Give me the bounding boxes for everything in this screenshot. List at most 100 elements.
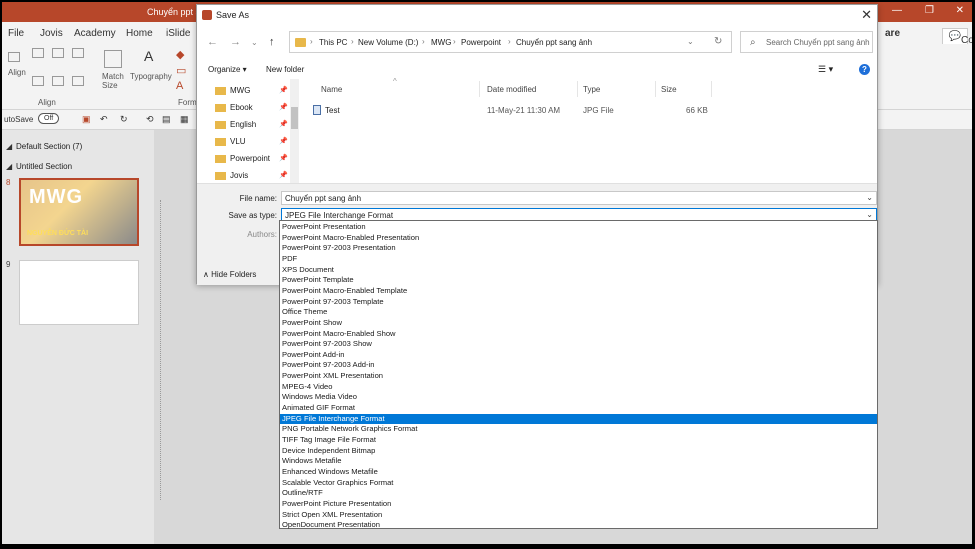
column-divider[interactable] (655, 81, 656, 97)
column-divider[interactable] (711, 81, 712, 97)
tab-file[interactable]: File (8, 28, 24, 39)
column-divider[interactable] (479, 81, 480, 97)
shape-outline-icon[interactable]: ▭ (176, 64, 186, 77)
comments-button[interactable]: 💬 Comments (941, 28, 972, 46)
distribute-icon[interactable] (52, 48, 64, 58)
tab-jovis[interactable]: Jovis (40, 28, 63, 39)
save-type-option[interactable]: PDF (280, 254, 877, 265)
chevron-right-icon[interactable]: › (422, 37, 425, 46)
search-input[interactable]: ⌕ Search Chuyển ppt sang ảnh (740, 31, 873, 53)
save-type-option[interactable]: Windows Metafile (280, 456, 877, 467)
column-divider[interactable] (577, 81, 578, 97)
layout-icon[interactable]: ▤ (162, 114, 171, 125)
save-type-option[interactable]: PowerPoint Macro-Enabled Show (280, 329, 877, 340)
slide-thumbnail[interactable] (19, 260, 139, 325)
match-size-button[interactable]: Match Size (102, 72, 126, 90)
breadcrumb-item[interactable]: MWG (431, 38, 451, 47)
chevron-right-icon[interactable]: › (310, 37, 313, 46)
nav-item-ebook[interactable]: Ebook 📌 (215, 101, 288, 115)
forward-icon[interactable]: → (230, 36, 241, 48)
minimize-icon[interactable]: — (892, 5, 902, 16)
save-type-option[interactable]: PowerPoint 97-2003 Presentation (280, 243, 877, 254)
save-type-option[interactable]: Windows Media Video (280, 392, 877, 403)
column-header-date[interactable]: Date modified (487, 85, 536, 94)
save-type-option[interactable]: PowerPoint Show (280, 318, 877, 329)
nav-item-vlu[interactable]: VLU 📌 (215, 135, 288, 149)
chevron-down-icon[interactable]: ⌄ (687, 37, 694, 46)
up-icon[interactable]: ↑ (269, 36, 275, 48)
default-section-label[interactable]: Default Section (7) (16, 142, 82, 151)
save-type-option[interactable]: Scalable Vector Graphics Format (280, 478, 877, 489)
file-name[interactable]: Test (325, 106, 340, 115)
pin-icon[interactable]: 📌 (279, 137, 288, 145)
nav-item-mwg[interactable]: MWG 📌 (215, 84, 288, 98)
recent-locations-icon[interactable]: ⌄ (251, 38, 258, 47)
view-options-icon[interactable]: ☰ ▾ (818, 64, 833, 75)
save-type-option[interactable]: PowerPoint Template (280, 275, 877, 286)
save-type-option[interactable]: OpenDocument Presentation (280, 520, 877, 531)
autosave-toggle[interactable]: Off (38, 113, 60, 124)
save-type-option[interactable]: Enhanced Windows Metafile (280, 467, 877, 478)
chevron-right-icon[interactable]: › (351, 37, 354, 46)
close-icon[interactable]: ✕ (956, 5, 964, 16)
help-icon[interactable]: ? (859, 64, 870, 75)
breadcrumb-item[interactable]: Chuyển ppt sang ảnh (516, 38, 592, 47)
restore-icon[interactable]: ❐ (925, 5, 934, 16)
distribute-icon[interactable] (32, 48, 44, 58)
save-type-option[interactable]: PowerPoint Macro-Enabled Presentation (280, 233, 877, 244)
tab-home[interactable]: Home (126, 28, 153, 39)
save-type-option[interactable]: Strict Open XML Presentation (280, 510, 877, 521)
pin-icon[interactable]: 📌 (279, 103, 288, 111)
save-type-option[interactable]: MPEG-4 Video (280, 382, 877, 393)
shape-fill-icon[interactable]: ◆ (176, 48, 184, 61)
hide-folders-button[interactable]: ∧ Hide Folders (203, 270, 256, 279)
save-type-option[interactable]: PowerPoint Macro-Enabled Template (280, 286, 877, 297)
collapse-icon[interactable]: ◢ (6, 162, 12, 171)
chevron-right-icon[interactable]: › (508, 37, 511, 46)
tab-academy[interactable]: Academy (74, 28, 116, 39)
breadcrumb-item[interactable]: New Volume (D:) (358, 38, 418, 47)
match-size-icon[interactable] (104, 50, 122, 68)
refresh-icon[interactable]: ↻ (714, 36, 722, 47)
align-center-icon[interactable] (52, 76, 64, 86)
save-type-option[interactable]: Outline/RTF (280, 488, 877, 499)
save-type-option[interactable]: PowerPoint Add-in (280, 350, 877, 361)
chevron-right-icon[interactable]: › (453, 37, 456, 46)
breadcrumb-item[interactable]: This PC (319, 38, 347, 47)
save-type-dropdown-list[interactable]: PowerPoint Presentation PowerPoint Macro-… (279, 220, 878, 529)
save-type-option[interactable]: PowerPoint Presentation (280, 222, 877, 233)
save-type-option[interactable]: Office Theme (280, 307, 877, 318)
align-right-icon[interactable] (72, 76, 84, 86)
chevron-down-icon[interactable]: ⌄ (866, 210, 873, 219)
pin-icon[interactable]: 📌 (279, 171, 288, 179)
save-type-option[interactable]: PowerPoint XML Presentation (280, 371, 877, 382)
back-icon[interactable]: ← (207, 36, 218, 48)
align-icon[interactable] (8, 52, 20, 62)
nav-item-english[interactable]: English 📌 (215, 118, 288, 132)
save-type-option[interactable]: JPEG File Interchange Format (280, 413, 877, 425)
save-type-option[interactable]: PNG Portable Network Graphics Format (280, 424, 877, 435)
text-fill-icon[interactable]: A (176, 80, 183, 92)
nav-scrollbar[interactable] (290, 79, 299, 183)
save-type-option[interactable]: PowerPoint Picture Presentation (280, 499, 877, 510)
untitled-section-label[interactable]: Untitled Section (16, 162, 72, 171)
sync-icon[interactable]: ⟲ (146, 114, 154, 125)
redo-icon[interactable]: ↻ (120, 114, 128, 125)
address-bar[interactable]: › This PC › New Volume (D:) › MWG › Powe… (289, 31, 732, 53)
new-folder-button[interactable]: New folder (266, 65, 304, 74)
undo-icon[interactable]: ↶ (100, 114, 108, 125)
pin-icon[interactable]: 📌 (279, 120, 288, 128)
breadcrumb-item[interactable]: Powerpoint (461, 38, 501, 47)
save-icon[interactable]: ▣ (82, 114, 91, 125)
typography-icon[interactable]: A (144, 48, 153, 64)
pin-icon[interactable]: 📌 (279, 86, 288, 94)
close-icon[interactable]: ✕ (861, 7, 872, 23)
save-type-option[interactable]: Animated GIF Format (280, 403, 877, 414)
collapse-icon[interactable]: ◢ (6, 142, 12, 151)
slide-thumbnail[interactable]: MWG NGUYỄN ĐỨC TÀI (19, 178, 139, 246)
save-type-option[interactable]: TIFF Tag Image File Format (280, 435, 877, 446)
nav-item-jovis[interactable]: Jovis 📌 (215, 169, 288, 183)
align-left-icon[interactable] (32, 76, 44, 86)
column-header-name[interactable]: Name (321, 85, 342, 94)
share-button[interactable]: are (885, 28, 900, 39)
